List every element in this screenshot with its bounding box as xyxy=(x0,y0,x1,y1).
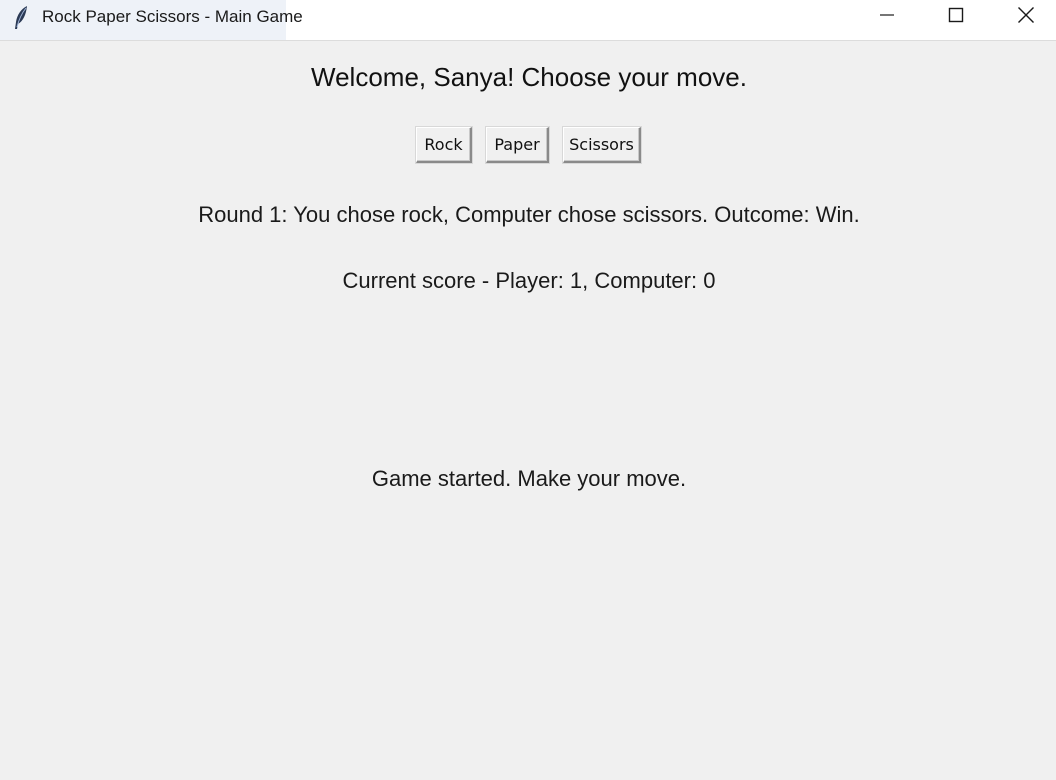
score-label: Current score - Player: 1, Computer: 0 xyxy=(342,268,716,293)
round-result-label: Round 1: You chose rock, Computer chose … xyxy=(198,202,860,227)
window-title: Rock Paper Scissors - Main Game xyxy=(42,7,303,26)
title-bar[interactable]: Rock Paper Scissors - Main Game xyxy=(0,0,1056,41)
paper-button[interactable]: Paper xyxy=(486,127,549,163)
rock-button[interactable]: Rock xyxy=(416,127,472,163)
scissors-button[interactable]: Scissors xyxy=(563,127,641,163)
minimize-icon xyxy=(879,7,895,28)
status-label: Game started. Make your move. xyxy=(371,466,687,491)
close-button[interactable] xyxy=(991,0,1056,34)
minimize-button[interactable] xyxy=(852,0,922,34)
move-button-row: Rock Paper Scissors xyxy=(0,127,1056,165)
app-window: Rock Paper Scissors - Main Game Welcome,… xyxy=(0,0,1056,780)
close-icon xyxy=(1017,6,1035,29)
maximize-button[interactable] xyxy=(921,0,991,34)
feather-icon xyxy=(12,5,30,31)
welcome-label: Welcome, Sanya! Choose your move. xyxy=(311,62,747,92)
maximize-icon xyxy=(948,7,964,28)
